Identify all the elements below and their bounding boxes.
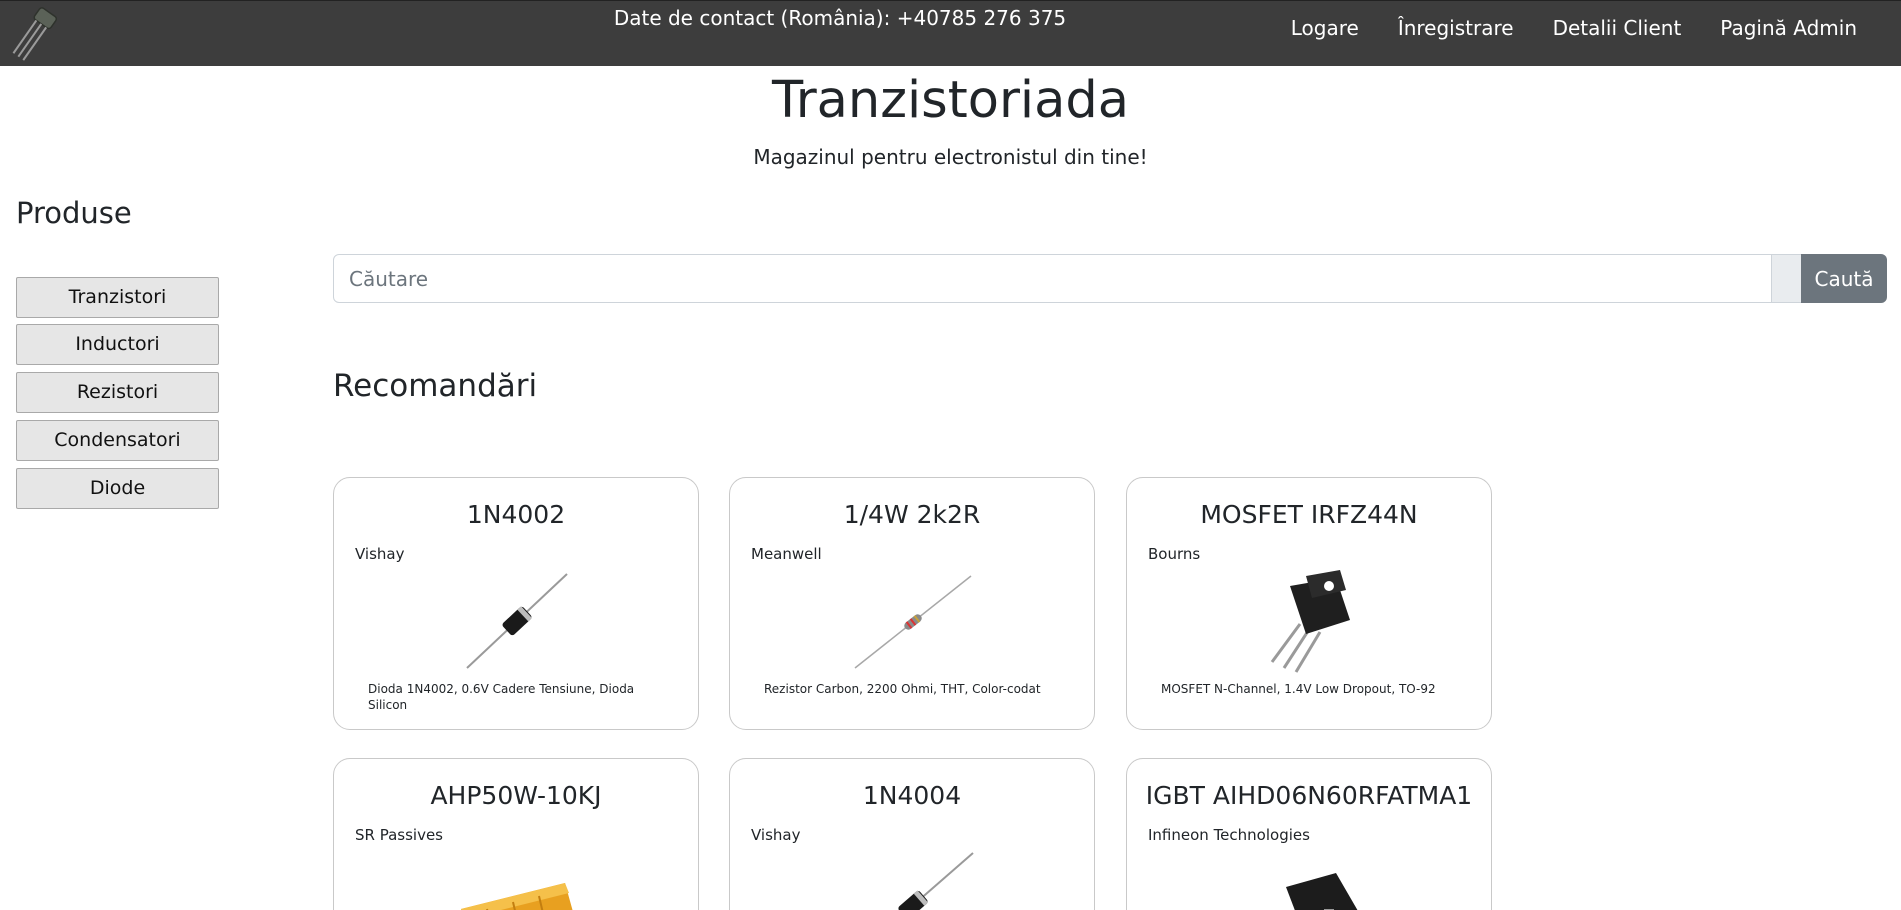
product-card[interactable]: 1N4004 Vishay <box>729 758 1095 910</box>
product-card[interactable]: 1N4002 Vishay Dioda 1N4002, 0.6V Cadere … <box>333 477 699 730</box>
category-button-tranzistori[interactable]: Tranzistori <box>16 277 219 318</box>
product-name: IGBT AIHD06N60RFATMA1 <box>1145 781 1473 810</box>
search-button[interactable]: Caută <box>1801 254 1887 303</box>
product-brand: Vishay <box>751 826 801 844</box>
category-button-diode[interactable]: Diode <box>16 468 219 509</box>
product-description: MOSFET N-Channel, 1.4V Low Dropout, TO-9… <box>1161 682 1436 696</box>
main-nav: Logare Înregistrare Detalii Client Pagin… <box>1252 15 1857 41</box>
nav-register-link[interactable]: Înregistrare <box>1398 15 1514 41</box>
nav-admin-link[interactable]: Pagină Admin <box>1720 15 1857 41</box>
product-name: MOSFET IRFZ44N <box>1200 500 1418 529</box>
recommendations-title: Recomandări <box>333 368 538 404</box>
contact-info: Date de contact (România): +40785 276 37… <box>613 6 1067 30</box>
transistor-logo-icon[interactable] <box>2 3 64 65</box>
search-input[interactable] <box>333 254 1772 303</box>
diode-image <box>466 573 568 669</box>
sidebar-title: Produse <box>16 196 132 230</box>
product-brand: SR Passives <box>355 826 443 844</box>
nav-client-details-link[interactable]: Detalii Client <box>1553 15 1682 41</box>
power-resistor-image <box>461 883 573 910</box>
product-brand: Bourns <box>1148 545 1201 563</box>
product-brand: Meanwell <box>751 545 822 563</box>
product-name: 1N4002 <box>466 500 566 529</box>
mosfet-image <box>1270 570 1350 673</box>
product-card[interactable]: AHP50W-10KJ SR Passives <box>333 758 699 910</box>
product-card[interactable]: 1/4W 2k2R Meanwell Rezistor Carbon, 2200… <box>729 477 1095 730</box>
product-card[interactable]: MOSFET IRFZ44N Bourns MOSFET N-Channel, … <box>1126 477 1492 730</box>
search-input-addon <box>1772 254 1801 303</box>
site-title: Tranzistoriada <box>772 71 1129 130</box>
nav-login-link[interactable]: Logare <box>1291 15 1359 41</box>
product-name: AHP50W-10KJ <box>430 781 602 810</box>
category-button-rezistori[interactable]: Rezistori <box>16 372 219 413</box>
diode-image <box>898 852 974 910</box>
igbt-image <box>1286 873 1358 910</box>
product-description: Rezistor Carbon, 2200 Ohmi, THT, Color-c… <box>764 682 1041 696</box>
product-description: Dioda 1N4002, 0.6V Cadere Tensiune, Diod… <box>368 682 635 712</box>
product-brand: Infineon Technologies <box>1148 826 1310 844</box>
resistor-image <box>854 575 972 669</box>
top-navbar: Date de contact (România): +40785 276 37… <box>0 0 1901 66</box>
product-name: 1N4004 <box>862 781 962 810</box>
category-button-condensatori[interactable]: Condensatori <box>16 420 219 461</box>
category-button-inductori[interactable]: Inductori <box>16 324 219 365</box>
product-card[interactable]: IGBT AIHD06N60RFATMA1 Infineon Technolog… <box>1126 758 1492 910</box>
site-tagline: Magazinul pentru electronistul din tine! <box>753 145 1148 169</box>
product-brand: Vishay <box>355 545 405 563</box>
product-name: 1/4W 2k2R <box>843 500 981 529</box>
